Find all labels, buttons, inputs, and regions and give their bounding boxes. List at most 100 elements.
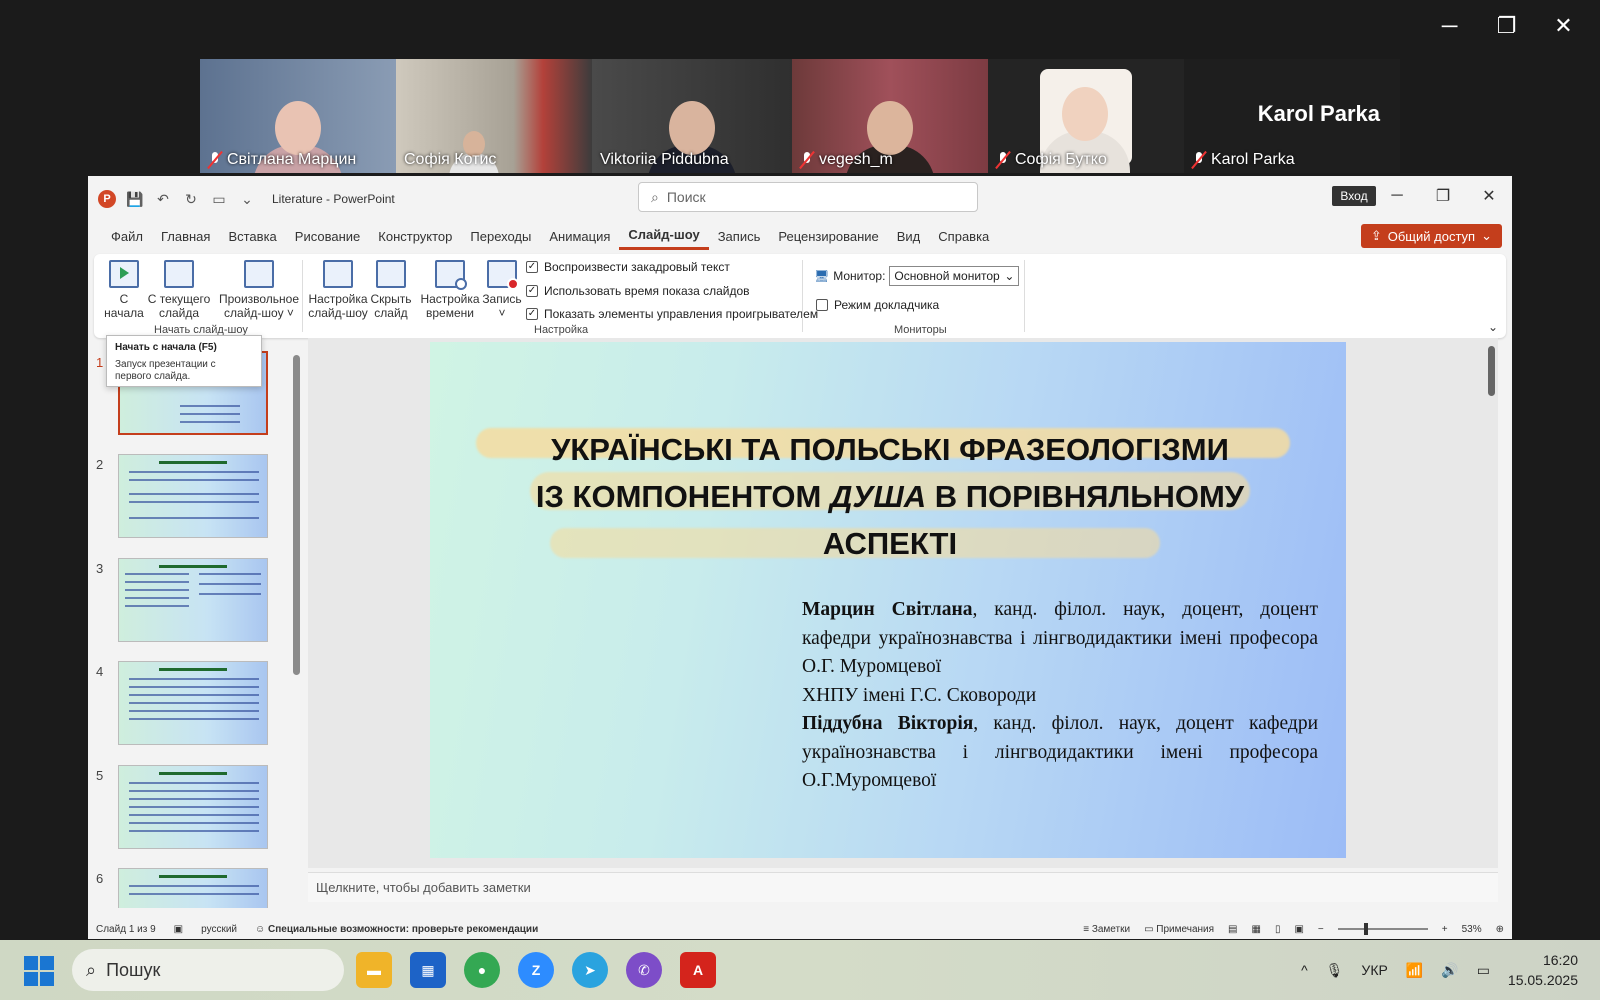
slide-sorter-icon[interactable]: ▦: [1251, 924, 1260, 935]
volume-icon[interactable]: 🔊: [1441, 962, 1458, 979]
record-icon: [487, 260, 519, 290]
wifi-icon[interactable]: 📶: [1406, 962, 1423, 979]
collapse-ribbon-icon[interactable]: ⌄: [1488, 320, 1498, 334]
clock[interactable]: 16:20 15.05.2025: [1508, 950, 1578, 990]
participant-tile[interactable]: Karol Parka Karol Parka: [1184, 59, 1400, 173]
use-timings-checkbox[interactable]: ✓ Использовать время показа слайдов: [526, 284, 750, 298]
windows-start-icon[interactable]: [24, 956, 54, 986]
language-indicator[interactable]: русский: [201, 924, 237, 935]
mic-muted-icon: [996, 151, 1010, 169]
powerpoint-window: P 💾 ↶ ↻ ▭ ⌄ Literature - PowerPoint ⌕ По…: [88, 176, 1512, 939]
mic-muted-icon: [1192, 151, 1206, 169]
spellcheck-icon[interactable]: ▣: [174, 924, 183, 935]
viber-icon[interactable]: ✆: [626, 952, 662, 988]
media-controls-checkbox[interactable]: ✓ Показать элементы управления проигрыват…: [526, 307, 818, 321]
slide-thumbnail[interactable]: [118, 765, 268, 849]
slide-counter: Слайд 1 из 9: [96, 923, 156, 935]
tooltip: Начать с начала (F5) Запуск презентации …: [106, 335, 262, 387]
tab-file[interactable]: Файл: [102, 222, 152, 250]
tab-transitions[interactable]: Переходы: [461, 222, 540, 250]
keyboard-language[interactable]: УКР: [1361, 962, 1387, 978]
accessibility-status[interactable]: ☺ Специальные возможности: проверьте рек…: [255, 924, 538, 935]
participant-tile[interactable]: Софія Бутко: [988, 59, 1184, 173]
microphone-icon[interactable]: 🎙: [1326, 962, 1344, 979]
restore-icon[interactable]: ❐: [1478, 8, 1535, 44]
taskbar-search[interactable]: ⌕ Пошук: [72, 949, 344, 991]
timer-icon: [435, 260, 467, 290]
tab-insert[interactable]: Вставка: [219, 222, 285, 250]
tab-help[interactable]: Справка: [929, 222, 998, 250]
slide-thumbnail[interactable]: [118, 558, 268, 642]
participant-tile-active[interactable]: Viktoriia Piddubna: [592, 59, 792, 173]
minimize-icon[interactable]: ─: [1374, 176, 1420, 216]
mic-muted-icon: [208, 151, 222, 169]
tab-slideshow[interactable]: Слайд-шоу: [619, 222, 709, 250]
rehearse-timings-button[interactable]: Настройка времени: [420, 260, 480, 320]
present-icon[interactable]: ▭: [210, 190, 228, 208]
zoom-level[interactable]: 53%: [1462, 924, 1482, 935]
checkbox-checked-icon: ✓: [526, 261, 538, 273]
save-icon[interactable]: 💾: [126, 190, 144, 208]
zoom-slider[interactable]: [1337, 923, 1428, 935]
more-icon[interactable]: ⌄: [238, 190, 256, 208]
file-explorer-icon[interactable]: ▬: [356, 952, 392, 988]
chrome-icon[interactable]: ●: [464, 952, 500, 988]
slide-thumbnail[interactable]: [118, 661, 268, 745]
participant-tile[interactable]: Світлана Марцин: [200, 59, 396, 173]
chevron-up-icon[interactable]: ^: [1301, 962, 1308, 978]
record-button[interactable]: Запись ˅: [482, 260, 522, 320]
status-bar: Слайд 1 из 9 ▣ русский ☺ Специальные воз…: [88, 919, 1512, 939]
voiceover-checkbox[interactable]: ✓ Воспроизвести закадровый текст: [526, 260, 730, 274]
slide-scrollbar[interactable]: [1486, 338, 1496, 868]
tab-animations[interactable]: Анимация: [540, 222, 619, 250]
hide-slide-button[interactable]: Скрыть слайд: [368, 260, 414, 320]
slide-title: УКРАЇНСЬКІ ТА ПОЛЬСЬКІ ФРАЗЕОЛОГІЗМИ ІЗ …: [535, 432, 1245, 561]
thumb-number: 2: [96, 457, 104, 472]
close-icon[interactable]: ✕: [1535, 8, 1592, 44]
zoom-icon[interactable]: Z: [518, 952, 554, 988]
reading-view-icon[interactable]: ▯: [1275, 924, 1281, 935]
normal-view-icon[interactable]: ▤: [1228, 924, 1237, 935]
microsoft-store-icon[interactable]: ▦: [410, 952, 446, 988]
slide-thumbnail[interactable]: [118, 454, 268, 538]
participant-tile[interactable]: Софія Котис: [396, 59, 592, 173]
tab-draw[interactable]: Рисование: [286, 222, 369, 250]
tab-view[interactable]: Вид: [888, 222, 930, 250]
acrobat-icon[interactable]: A: [680, 952, 716, 988]
fit-slide-icon[interactable]: ⊕: [1496, 924, 1504, 935]
presenter-view-checkbox[interactable]: Режим докладчика: [816, 298, 939, 312]
comments-toggle[interactable]: ▭ Примечания: [1144, 924, 1214, 935]
monitor-select[interactable]: Основной монитор ⌄: [889, 266, 1020, 286]
close-icon[interactable]: ✕: [1466, 176, 1512, 216]
setup-slideshow-button[interactable]: Настройка слайд-шоу: [306, 260, 370, 320]
tab-review[interactable]: Рецензирование: [769, 222, 887, 250]
notes-toggle[interactable]: ≡ Заметки: [1083, 924, 1130, 935]
thumbnail-scrollbar[interactable]: [291, 341, 301, 901]
custom-slideshow-button[interactable]: Произвольное слайд-шоу ˅: [216, 260, 302, 320]
zoom-in-icon[interactable]: +: [1442, 924, 1448, 935]
search-input[interactable]: ⌕ Поиск: [638, 182, 978, 212]
redo-icon[interactable]: ↻: [182, 190, 200, 208]
slideshow-view-icon[interactable]: ▣: [1294, 924, 1303, 935]
login-button[interactable]: Вход: [1332, 186, 1376, 206]
minimize-icon[interactable]: ─: [1421, 8, 1478, 44]
tab-home[interactable]: Главная: [152, 222, 219, 250]
from-current-button[interactable]: С текущего слайда: [146, 260, 212, 320]
telegram-icon[interactable]: ➤: [572, 952, 608, 988]
slide-canvas[interactable]: УКРАЇНСЬКІ ТА ПОЛЬСЬКІ ФРАЗЕОЛОГІЗМИ ІЗ …: [430, 342, 1346, 858]
zoom-out-icon[interactable]: −: [1318, 924, 1324, 935]
participant-name: Karol Parka: [1211, 151, 1295, 168]
tab-design[interactable]: Конструктор: [369, 222, 461, 250]
from-start-button[interactable]: Сначала: [102, 260, 146, 320]
group-label-setup: Настройка: [534, 324, 589, 336]
chevron-down-icon: ⌄: [1481, 228, 1492, 243]
participant-display-name: Karol Parka: [1257, 101, 1380, 126]
participant-tile[interactable]: vegesh_m: [792, 59, 988, 173]
restore-icon[interactable]: ❐: [1420, 176, 1466, 216]
slide-thumbnail[interactable]: [118, 868, 268, 908]
tab-record[interactable]: Запись: [709, 222, 770, 250]
battery-icon[interactable]: ▭: [1477, 962, 1490, 979]
notes-pane[interactable]: Щелкните, чтобы добавить заметки: [308, 872, 1498, 902]
share-button[interactable]: ⇪ Общий доступ ⌄: [1360, 224, 1502, 248]
undo-icon[interactable]: ↶: [154, 190, 172, 208]
